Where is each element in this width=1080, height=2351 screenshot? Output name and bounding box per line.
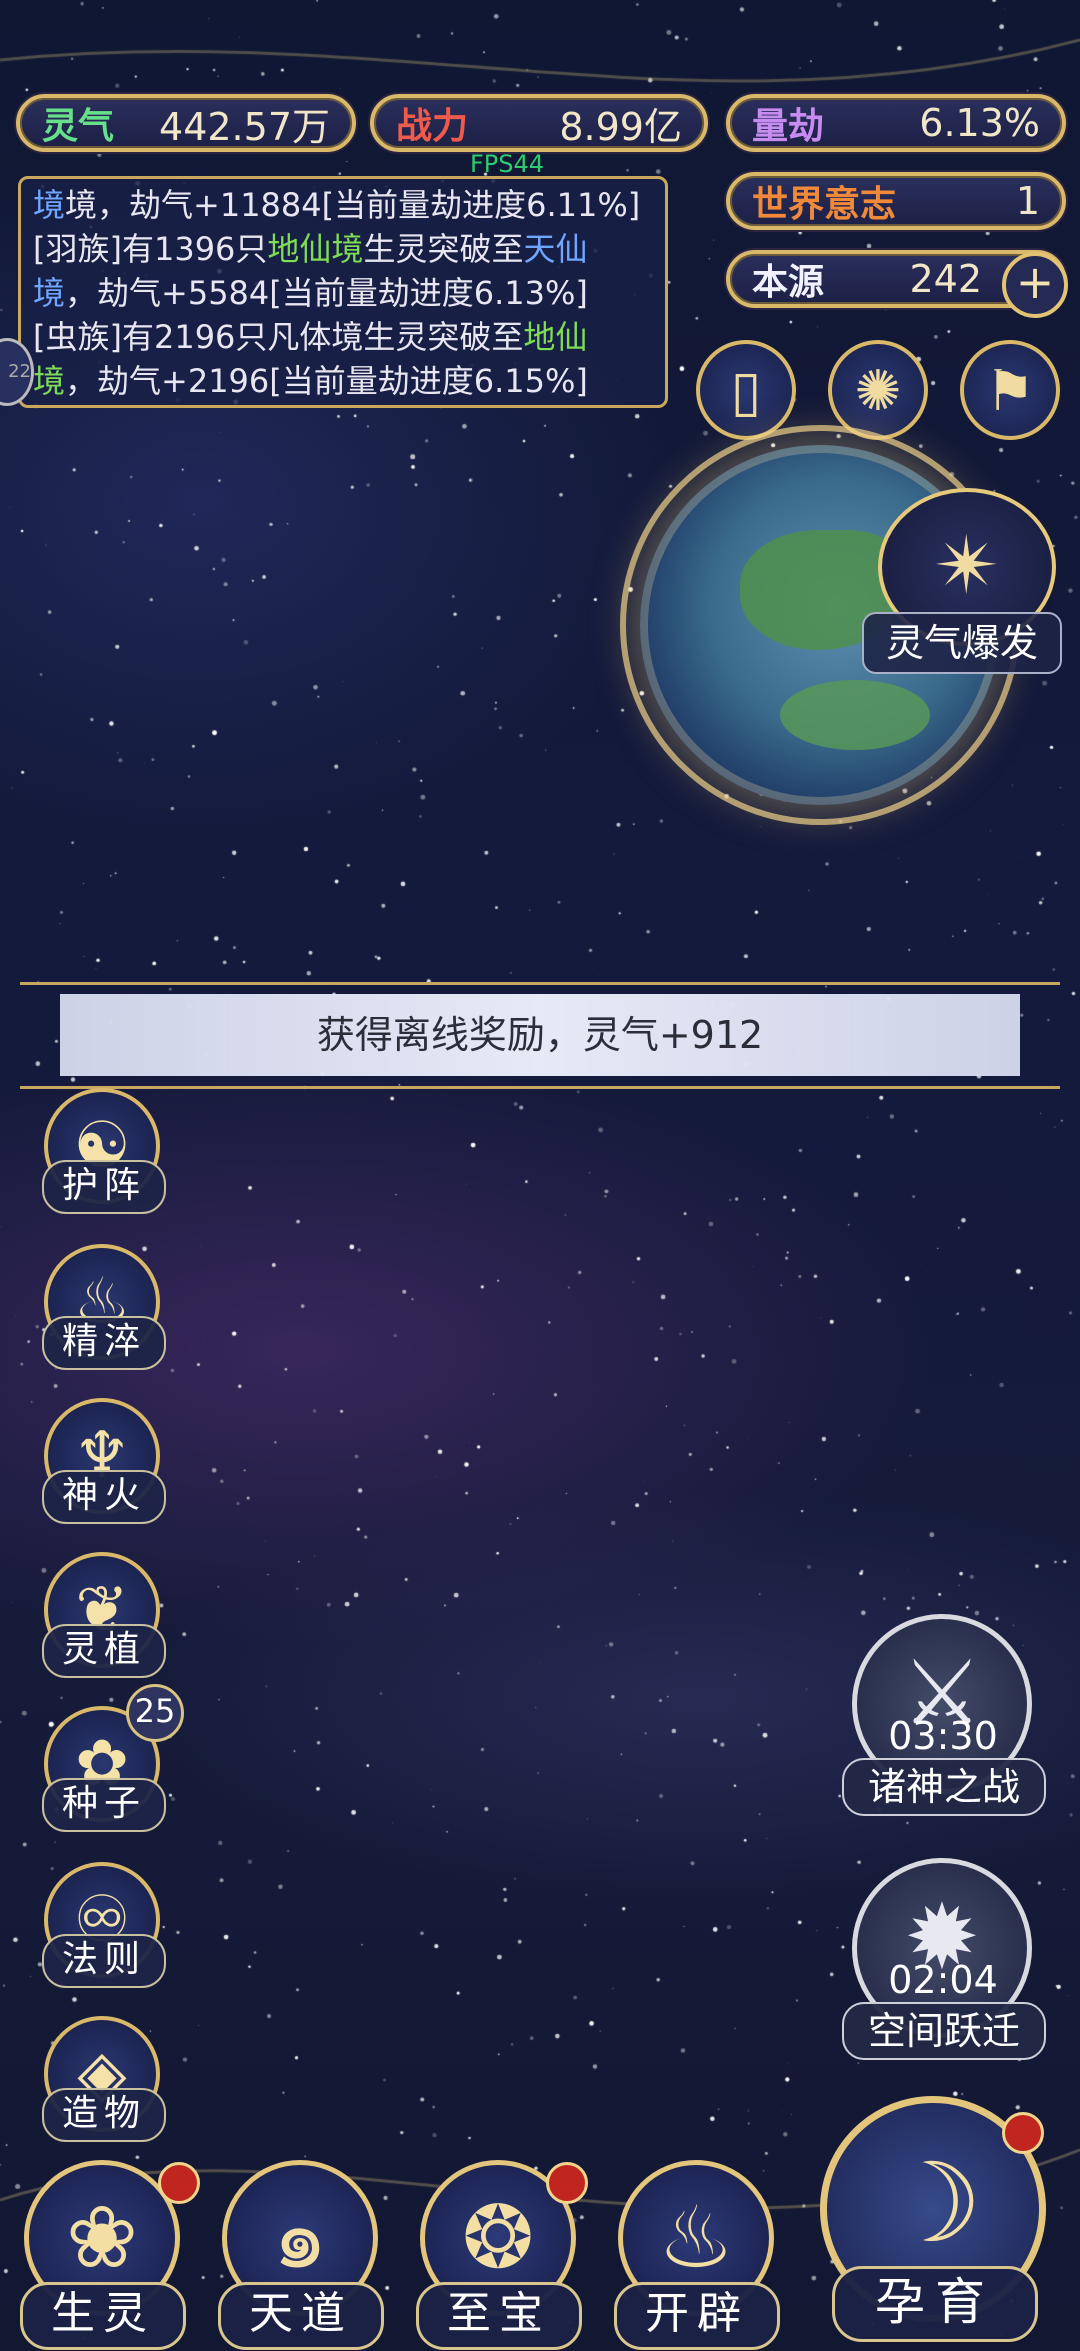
- nav-label: 至宝: [416, 2282, 582, 2350]
- side-button-label: 法则: [42, 1934, 166, 1988]
- log-line: 境，劫气+2196[当前量劫进度6.15%]: [33, 359, 653, 403]
- hatch-button[interactable]: ☽ 孕育: [812, 2090, 1056, 2351]
- shijie-stat[interactable]: 世界意志 1: [726, 172, 1066, 230]
- side-button-label: 护阵: [42, 1160, 166, 1214]
- side-button-label: 造物: [42, 2088, 166, 2142]
- side-button-label: 精淬: [42, 1316, 166, 1370]
- nav-shengling[interactable]: ❀ 生灵: [10, 2160, 200, 2350]
- lingqi-value: 442.57万: [159, 104, 330, 149]
- vortex-icon[interactable]: ✺: [828, 340, 928, 440]
- side-button-zaowu[interactable]: ◈ 造物: [38, 2016, 166, 2144]
- banner-border: [20, 1086, 1060, 1089]
- side-button-jingcui[interactable]: ♨ 精淬: [38, 1244, 166, 1372]
- zhanli-stat: 战力 8.99亿: [370, 94, 708, 152]
- side-button-zhongzi[interactable]: ✿ 种子 25: [38, 1684, 184, 1834]
- zhanli-value: 8.99亿: [559, 104, 682, 149]
- log-text: 境: [33, 274, 66, 312]
- side-button-label: 神火: [42, 1470, 166, 1524]
- log-line: 境，劫气+5584[当前量劫进度6.13%]: [33, 271, 653, 315]
- nav-kaipi[interactable]: ♨ 开辟: [604, 2160, 784, 2350]
- nav-label: 天道: [218, 2282, 384, 2350]
- add-benyuan-button[interactable]: +: [1002, 252, 1068, 318]
- nav-tiandao[interactable]: ๑ 天道: [208, 2160, 388, 2350]
- lingqi-label: 灵气: [42, 105, 115, 147]
- log-text: 地仙: [523, 318, 588, 356]
- banner-text: 获得离线奖励，灵气+912: [316, 1013, 764, 1057]
- nav-label: 生灵: [20, 2282, 186, 2350]
- side-button-faze[interactable]: ♾ 法则: [38, 1862, 166, 1990]
- offline-reward-banner: 获得离线奖励，灵气+912: [0, 982, 1080, 1092]
- log-text: ，劫气+2196[当前量劫进度6.15%]: [65, 362, 588, 400]
- log-line: [羽族]有1396只地仙境生灵突破至天仙: [33, 227, 653, 271]
- banner-border: [20, 982, 1060, 985]
- log-text: 境，劫气+11884[当前量劫进度6.11%]: [65, 186, 641, 224]
- event-battle-of-gods[interactable]: ⚔ 03:30 诸神之战: [838, 1614, 1048, 1816]
- log-line: [虫族]有2196只凡体境生灵突破至地仙: [33, 315, 653, 359]
- shijie-value: 1: [1015, 179, 1040, 223]
- zhanli-label: 战力: [396, 105, 469, 147]
- event-label: 空间跃迁: [842, 2002, 1046, 2060]
- log-text: 境: [33, 362, 66, 400]
- flag-icon[interactable]: ⚑: [960, 340, 1060, 440]
- side-button-huzhen[interactable]: ☯ 护阵: [38, 1088, 166, 1216]
- liangjie-stat[interactable]: 量劫 6.13%: [726, 94, 1066, 152]
- event-label: 诸神之战: [842, 1758, 1046, 1816]
- log-text: [羽族]有1396只: [33, 230, 268, 268]
- liangjie-label: 量劫: [752, 105, 825, 147]
- planet-landmass: [780, 680, 930, 750]
- event-timer: 02:04: [888, 1958, 998, 2002]
- event-space-jump[interactable]: ✹ 02:04 空间跃迁: [838, 1858, 1048, 2060]
- log-text: ，劫气+5584[当前量劫进度6.13%]: [65, 274, 588, 312]
- seed-count-badge: 25: [126, 1684, 184, 1742]
- notification-dot: [546, 2162, 588, 2204]
- event-log[interactable]: 境境，劫气+11884[当前量劫进度6.11%] [羽族]有1396只地仙境生灵…: [18, 176, 668, 408]
- log-text: 天仙: [523, 230, 588, 268]
- nav-label: 开辟: [614, 2282, 780, 2350]
- lingqi-burst-button[interactable]: 灵气爆发: [862, 612, 1062, 674]
- log-line: 境境，劫气+11884[当前量劫进度6.11%]: [33, 183, 653, 227]
- notification-dot: [1002, 2112, 1044, 2154]
- hatch-label: 孕育: [832, 2266, 1038, 2342]
- log-text: 地仙境: [267, 230, 364, 268]
- log-text: 生灵突破至: [363, 230, 524, 268]
- shijie-label: 世界意志: [752, 183, 897, 225]
- side-button-label: 灵植: [42, 1624, 166, 1678]
- nav-zhibao[interactable]: ❂ 至宝: [406, 2160, 588, 2350]
- log-text: 境: [33, 186, 66, 224]
- side-button-lingzhi[interactable]: ❦ 灵植: [38, 1552, 166, 1680]
- event-timer: 03:30: [888, 1714, 998, 1758]
- liangjie-value: 6.13%: [919, 101, 1040, 145]
- benyuan-stat[interactable]: 本源 242 +: [726, 250, 1068, 318]
- benyuan-label: 本源: [752, 261, 825, 303]
- side-button-shenhuo[interactable]: ♆ 神火: [38, 1398, 166, 1526]
- log-text: [虫族]有2196只凡体境生灵突破至: [33, 318, 524, 356]
- notification-dot: [158, 2162, 200, 2204]
- lingqi-stat: 灵气 442.57万: [16, 94, 356, 152]
- fps-counter: FPS44: [470, 150, 545, 178]
- card-icon[interactable]: ▯: [696, 340, 796, 440]
- side-button-label: 种子: [42, 1778, 166, 1832]
- benyuan-value: 242: [909, 257, 982, 301]
